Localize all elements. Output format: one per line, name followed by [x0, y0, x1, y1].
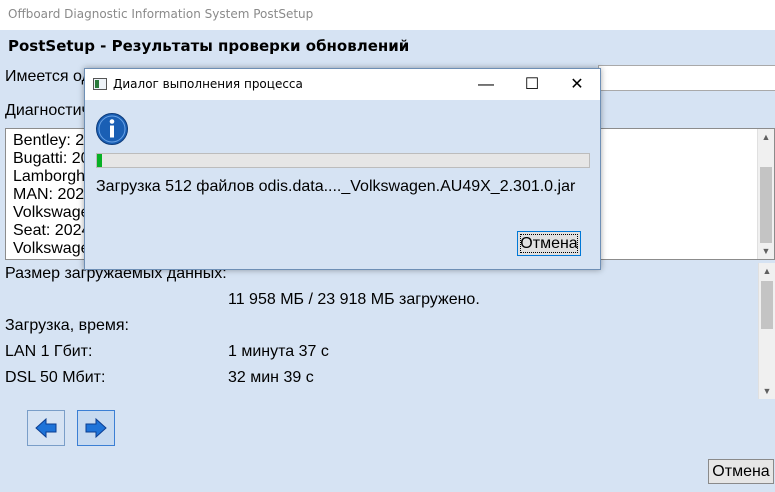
update-combo[interactable] — [598, 65, 775, 91]
back-button[interactable] — [27, 410, 65, 446]
right-arrow-icon — [85, 417, 107, 439]
scroll-thumb[interactable] — [760, 167, 772, 243]
progress-fill — [97, 154, 102, 167]
window-title: Offboard Diagnostic Information System P… — [8, 7, 314, 21]
scroll-thumb[interactable] — [761, 281, 773, 329]
dialog-cancel-button[interactable]: Отмена — [517, 231, 581, 256]
size-value: 11 958 МБ / 23 918 МБ загружено. — [228, 291, 480, 308]
list-item[interactable]: Volkswage — [13, 240, 90, 258]
page-title: PostSetup - Результаты проверки обновлен… — [8, 37, 410, 55]
lan-label: LAN 1 Гбит: — [5, 343, 93, 360]
list-item[interactable]: Volkswage — [13, 204, 90, 222]
progress-bar — [96, 153, 590, 168]
dialog-titlebar: Диалог выполнения процесса — ☐ ✕ — [85, 69, 600, 100]
divider — [0, 399, 775, 401]
diagnostics-label: Диагностич — [5, 102, 90, 119]
list-item[interactable]: Bugatti: 20 — [13, 150, 90, 168]
window-titlebar: Offboard Diagnostic Information System P… — [0, 0, 775, 30]
left-arrow-icon — [35, 417, 57, 439]
app-icon — [93, 78, 107, 90]
scroll-up-icon[interactable]: ▲ — [758, 129, 774, 145]
dsl50-value: 32 мин 39 с — [228, 369, 314, 386]
cancel-button[interactable]: Отмена — [708, 459, 774, 484]
scroll-down-icon[interactable]: ▼ — [758, 243, 774, 259]
scroll-down-icon[interactable]: ▼ — [759, 383, 775, 399]
list-item[interactable]: Seat: 2024 — [13, 222, 90, 240]
info-icon — [96, 113, 128, 145]
dialog-message: Загрузка 512 файлов odis.data...._Volksw… — [96, 178, 576, 195]
minimize-button[interactable]: — — [463, 69, 509, 100]
lan-value: 1 минута 37 с — [228, 343, 329, 360]
dsl50-label: DSL 50 Мбит: — [5, 369, 106, 386]
progress-dialog: Диалог выполнения процесса — ☐ ✕ Загрузк… — [84, 68, 601, 270]
list-item[interactable]: MAN: 202 — [13, 186, 84, 204]
scroll-up-icon[interactable]: ▲ — [759, 263, 775, 279]
main-scrollbar[interactable]: ▲ ▼ — [758, 263, 775, 399]
list-scrollbar[interactable]: ▲ ▼ — [757, 129, 774, 259]
dialog-title: Диалог выполнения процесса — [113, 77, 303, 91]
list-item[interactable]: Bentley: 20 — [13, 132, 93, 150]
download-time-label: Загрузка, время: — [5, 317, 129, 334]
list-item[interactable]: Lamborgh — [13, 168, 85, 186]
maximize-button[interactable]: ☐ — [509, 69, 555, 100]
close-button[interactable]: ✕ — [554, 69, 600, 100]
forward-button[interactable] — [77, 410, 115, 446]
available-label: Имеется од — [5, 68, 91, 85]
